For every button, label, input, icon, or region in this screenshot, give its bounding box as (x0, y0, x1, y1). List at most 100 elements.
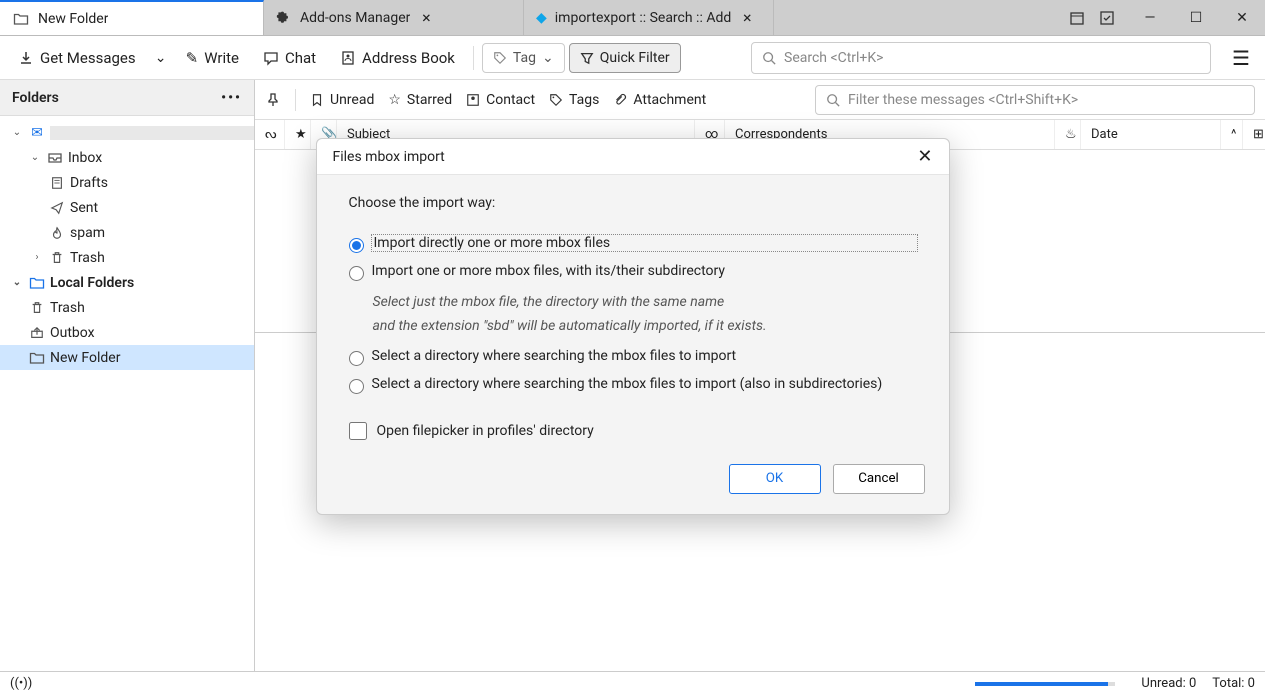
label: Quick Filter (600, 50, 670, 66)
contact-icon (466, 93, 480, 107)
tab-search[interactable]: ◆ importexport :: Search :: Add × (524, 0, 774, 35)
separator (473, 46, 474, 70)
dialog-body: Choose the import way: Import directly o… (317, 175, 949, 464)
import-option-2[interactable]: Import one or more mbox files, with its/… (349, 263, 917, 281)
write-button[interactable]: ✎ Write (176, 43, 249, 73)
col-junk[interactable]: ♨ (1055, 120, 1081, 149)
folder-label: Inbox (68, 150, 102, 166)
checkbox-input[interactable] (349, 422, 367, 440)
chevron-right-icon[interactable]: › (30, 252, 44, 263)
profiles-dir-checkbox[interactable]: Open filepicker in profiles' directory (349, 422, 917, 440)
import-dialog: Files mbox import ✕ Choose the import wa… (316, 138, 950, 515)
account-label (50, 126, 254, 140)
paperclip-icon (613, 93, 627, 107)
address-book-button[interactable]: Address Book (330, 43, 465, 73)
minimize-button[interactable]: — (1127, 0, 1173, 36)
label: Tags (569, 92, 599, 108)
col-date[interactable]: Date (1081, 120, 1221, 149)
dropbox-icon: ◆ (536, 10, 547, 26)
local-folders-row[interactable]: ⌄ Local Folders (0, 270, 254, 295)
close-icon[interactable]: × (418, 10, 434, 26)
quick-filter-button[interactable]: Quick Filter (569, 43, 681, 73)
folder-tree: ⌄ ✉ ⌄ Inbox Drafts Sent spam (0, 116, 254, 671)
pin-icon[interactable] (265, 92, 281, 108)
folder-label: Trash (70, 250, 105, 266)
filter-unread[interactable]: Unread (310, 92, 374, 108)
radio-input[interactable] (349, 266, 364, 281)
main-toolbar: Get Messages ⌄ ✎ Write Chat Address Book… (0, 36, 1265, 80)
folder-icon (28, 350, 46, 366)
status-bar: ((•)) Unread: 0 Total: 0 (0, 671, 1265, 695)
flame-icon: ♨ (1065, 127, 1077, 142)
filter-input[interactable]: Filter these messages <Ctrl+Shift+K> (815, 85, 1255, 115)
app-menu-button[interactable]: ☰ (1225, 42, 1257, 74)
thread-icon: ᔓ (265, 127, 277, 142)
account-row[interactable]: ⌄ ✉ (0, 120, 254, 145)
flame-icon (48, 226, 66, 240)
radio-input[interactable] (349, 379, 364, 394)
tag-button[interactable]: Tag ⌄ (482, 43, 565, 73)
folder-spam[interactable]: spam (0, 220, 254, 245)
calendar-icon[interactable] (1069, 10, 1085, 26)
folder-outbox[interactable]: Outbox (0, 320, 254, 345)
dialog-intro: Choose the import way: (349, 195, 917, 211)
chevron-down-icon[interactable]: ⌄ (10, 127, 24, 138)
folder-local-trash[interactable]: Trash (0, 295, 254, 320)
folder-new-folder[interactable]: New Folder (0, 345, 254, 370)
search-input[interactable]: Search <Ctrl+K> (751, 42, 1211, 74)
unread-count: Unread: 0 (1141, 676, 1196, 691)
col-picker[interactable]: ⊞ (1243, 120, 1265, 149)
puzzle-icon (276, 10, 292, 26)
import-option-3[interactable]: Select a directory where searching the m… (349, 348, 917, 366)
radio-label: Import one or more mbox files, with its/… (372, 263, 917, 279)
titlebar-icons (1057, 0, 1127, 35)
filter-starred[interactable]: ☆ Starred (388, 92, 452, 108)
folder-drafts[interactable]: Drafts (0, 170, 254, 195)
folders-label: Folders (12, 90, 59, 106)
download-icon (18, 50, 34, 66)
close-icon[interactable]: ✕ (917, 146, 932, 167)
import-option-1[interactable]: Import directly one or more mbox files (349, 235, 917, 253)
placeholder: Search <Ctrl+K> (784, 50, 883, 66)
quick-filter-bar: Unread ☆ Starred Contact Tags Attachment… (255, 80, 1265, 120)
ok-button[interactable]: OK (729, 464, 821, 494)
draft-icon (48, 176, 66, 190)
label: Date (1091, 127, 1118, 142)
label: Contact (486, 92, 535, 108)
folder-sent[interactable]: Sent (0, 195, 254, 220)
label: Unread (330, 92, 374, 108)
filter-attachment[interactable]: Attachment (613, 92, 706, 108)
tab-title: New Folder (38, 11, 108, 27)
get-messages-dropdown[interactable]: ⌄ (150, 50, 172, 66)
close-icon[interactable]: × (739, 10, 755, 26)
dialog-header: Files mbox import ✕ (317, 139, 949, 175)
col-sort[interactable]: ^ (1221, 120, 1243, 149)
maximize-button[interactable]: ☐ (1173, 0, 1219, 36)
window-controls: — ☐ ✕ (1127, 0, 1265, 35)
checkbox-label: Open filepicker in profiles' directory (377, 423, 594, 439)
import-option-4[interactable]: Select a directory where searching the m… (349, 376, 917, 394)
activity-icon[interactable]: ((•)) (10, 676, 32, 691)
filter-contact[interactable]: Contact (466, 92, 535, 108)
tab-addons[interactable]: Add-ons Manager × (264, 0, 524, 35)
get-messages-button[interactable]: Get Messages (8, 43, 146, 73)
radio-input[interactable] (349, 351, 364, 366)
tasks-icon[interactable] (1099, 10, 1115, 26)
tab-title: Add-ons Manager (300, 10, 410, 26)
cancel-button[interactable]: Cancel (833, 464, 925, 494)
col-thread[interactable]: ᔓ (255, 120, 285, 149)
star-icon: ☆ (388, 92, 401, 108)
folder-inbox[interactable]: ⌄ Inbox (0, 145, 254, 170)
kebab-icon[interactable]: ••• (221, 90, 242, 106)
tab-title: importexport :: Search :: Add (555, 10, 731, 26)
filter-tags[interactable]: Tags (549, 92, 599, 108)
folder-trash[interactable]: › Trash (0, 245, 254, 270)
chat-button[interactable]: Chat (253, 43, 326, 73)
col-star[interactable]: ★ (285, 120, 311, 149)
tab-new-folder[interactable]: New Folder (0, 0, 264, 35)
placeholder: Filter these messages <Ctrl+Shift+K> (848, 92, 1078, 108)
chevron-down-icon[interactable]: ⌄ (28, 152, 42, 163)
chevron-down-icon[interactable]: ⌄ (10, 277, 24, 288)
close-button[interactable]: ✕ (1219, 0, 1265, 36)
radio-input[interactable] (349, 238, 364, 253)
